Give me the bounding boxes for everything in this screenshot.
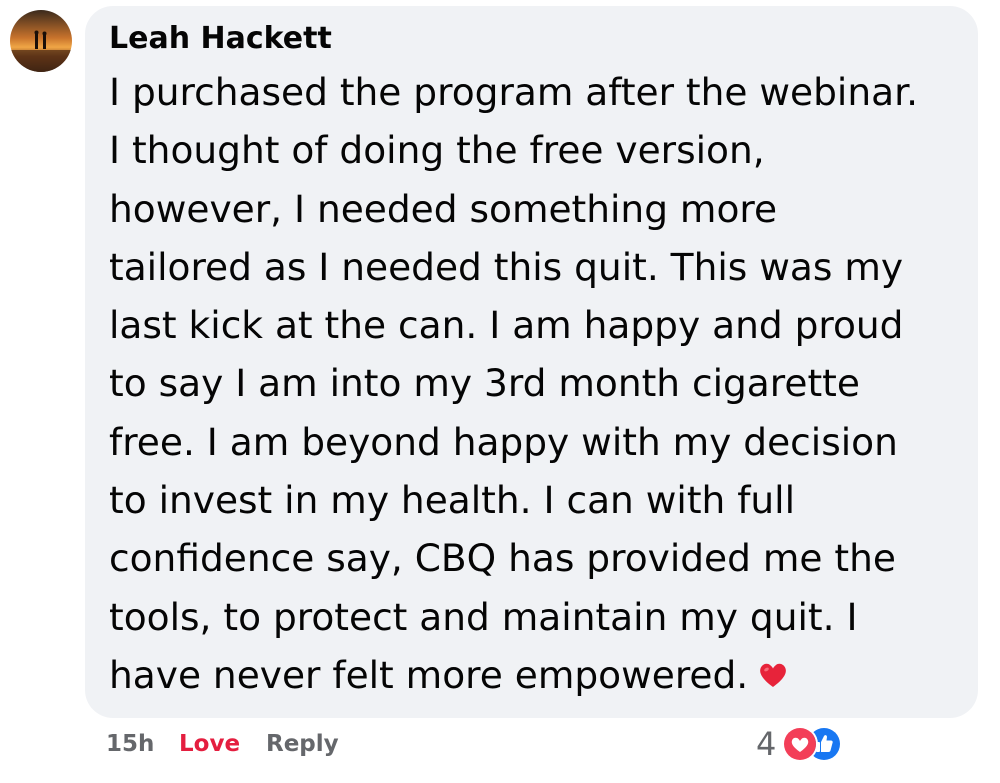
comment-line: tailored as I needed this quit. This was… xyxy=(109,244,904,289)
reply-button[interactable]: Reply xyxy=(266,726,339,762)
red-heart-emoji-icon xyxy=(758,660,788,690)
avatar[interactable] xyxy=(10,10,72,72)
comment-line-text: have never felt more empowered. xyxy=(109,652,749,697)
comment-line: to say I am into my 3rd month cigarette xyxy=(109,361,860,406)
comment-line: I purchased the program after the webina… xyxy=(109,70,918,114)
reaction-summary[interactable]: 4 xyxy=(756,722,856,766)
comment-line: to invest in my health. I can with full xyxy=(109,478,796,523)
love-reaction-icon xyxy=(784,728,816,760)
comment-line-last: have never felt more empowered. xyxy=(109,646,969,704)
comment-line: however, I needed something more xyxy=(109,186,778,231)
comment-line: I thought of doing the free version, xyxy=(109,128,765,173)
comment-line: free. I am beyond happy with my decision xyxy=(109,419,898,464)
comment: Leah Hackett I purchased the program aft… xyxy=(0,0,1000,783)
comment-timestamp[interactable]: 15h xyxy=(106,726,154,762)
comment-author[interactable]: Leah Hackett xyxy=(109,20,332,58)
comment-line: tools, to protect and maintain my quit. … xyxy=(109,594,858,639)
sunset-silhouette-avatar-icon xyxy=(10,10,72,72)
comment-line: last kick at the can. I am happy and pro… xyxy=(109,303,904,348)
love-button[interactable]: Love xyxy=(179,726,240,762)
comment-line: confidence say, CBQ has provided me the xyxy=(109,536,896,581)
comment-body: I purchased the program after the webina… xyxy=(109,63,969,704)
reaction-count: 4 xyxy=(756,725,777,763)
comment-bubble: Leah Hackett I purchased the program aft… xyxy=(85,6,978,718)
